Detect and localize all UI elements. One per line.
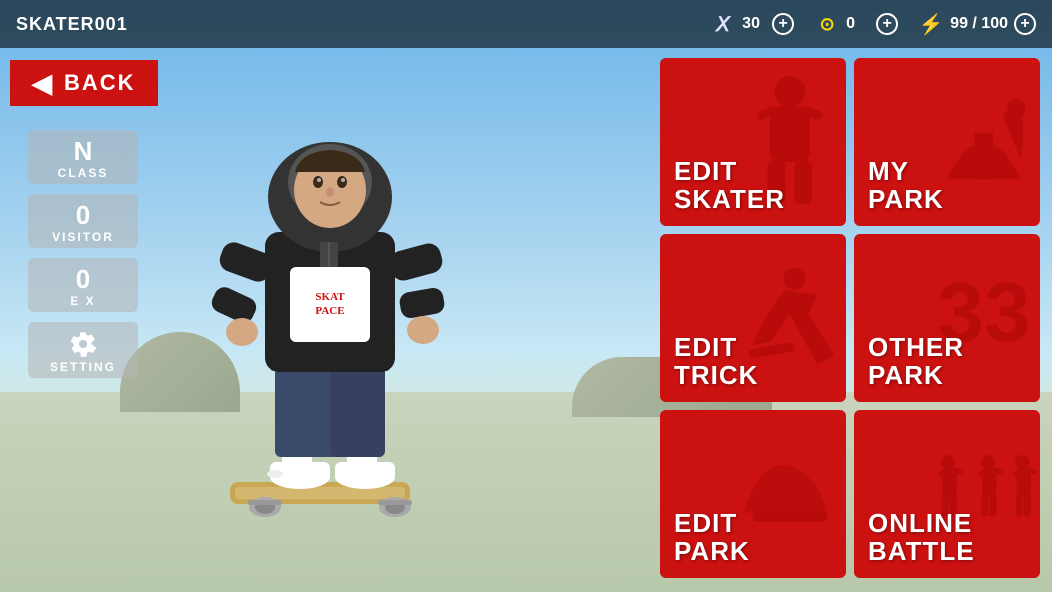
xp-add-button[interactable]: + <box>772 13 794 35</box>
character-model: SKAT PACE <box>170 82 490 552</box>
other-park-button[interactable]: 33 OTHERPARK <box>854 234 1040 402</box>
left-panel: N CLASS 0 VISITOR 0 E X SETTING <box>28 130 138 378</box>
edit-skater-label: EDITSKATER <box>674 157 785 214</box>
xp-value: 30 <box>742 15 766 33</box>
class-stat-box: N CLASS <box>28 130 138 184</box>
edit-skater-button[interactable]: EDITSKATER <box>660 58 846 226</box>
edit-park-silhouette <box>734 410 846 578</box>
xp-group: 𝘟 30 + <box>710 11 794 37</box>
back-button[interactable]: ◀ BACK <box>10 60 158 106</box>
energy-value: 99 / 100 <box>950 15 1008 33</box>
ex-label: E X <box>70 294 95 308</box>
edit-park-button[interactable]: EDITPARK <box>660 410 846 578</box>
back-arrow-icon: ◀ <box>32 70 54 96</box>
xp-icon: 𝘟 <box>710 11 736 37</box>
character-area: SKAT PACE <box>160 72 500 552</box>
gear-icon <box>69 330 97 358</box>
ex-stat-box: 0 E X <box>28 258 138 312</box>
setting-label: SETTING <box>50 360 116 374</box>
visitor-label: VISITOR <box>52 230 114 244</box>
coin-group: ⊙ 0 + <box>814 11 898 37</box>
edit-trick-button[interactable]: EDITTRICK <box>660 234 846 402</box>
coin-value: 0 <box>846 15 870 33</box>
my-park-label: MYPARK <box>868 157 944 214</box>
ex-value: 0 <box>76 266 90 292</box>
coin-add-button[interactable]: + <box>876 13 898 35</box>
svg-text:PACE: PACE <box>315 305 344 317</box>
coin-icon: ⊙ <box>814 11 840 37</box>
player-name: SKATER001 <box>16 14 690 35</box>
energy-icon: ⚡ <box>918 11 944 37</box>
my-park-button[interactable]: MYPARK <box>854 58 1040 226</box>
online-battle-label: ONLINEBATTLE <box>868 509 975 566</box>
visitor-value: 0 <box>76 202 90 228</box>
online-battle-button[interactable]: ONLINEBATTLE <box>854 410 1040 578</box>
energy-group: ⚡ 99 / 100 + <box>918 11 1036 37</box>
edit-park-label: EDITPARK <box>674 509 750 566</box>
visitor-stat-box: 0 VISITOR <box>28 194 138 248</box>
class-label: CLASS <box>58 166 109 180</box>
top-bar: SKATER001 𝘟 30 + ⊙ 0 + ⚡ 99 / 100 + <box>0 0 1052 48</box>
edit-trick-label: EDITTRICK <box>674 333 758 390</box>
other-park-label: OTHERPARK <box>868 333 964 390</box>
svg-text:SKAT: SKAT <box>315 291 345 303</box>
menu-grid: EDITSKATER MYPARK EDITTRICK 33 <box>660 58 1040 578</box>
my-park-silhouette <box>928 58 1040 226</box>
setting-button[interactable]: SETTING <box>28 322 138 378</box>
class-value: N <box>74 138 93 164</box>
back-label: BACK <box>64 70 136 96</box>
energy-add-button[interactable]: + <box>1014 13 1036 35</box>
